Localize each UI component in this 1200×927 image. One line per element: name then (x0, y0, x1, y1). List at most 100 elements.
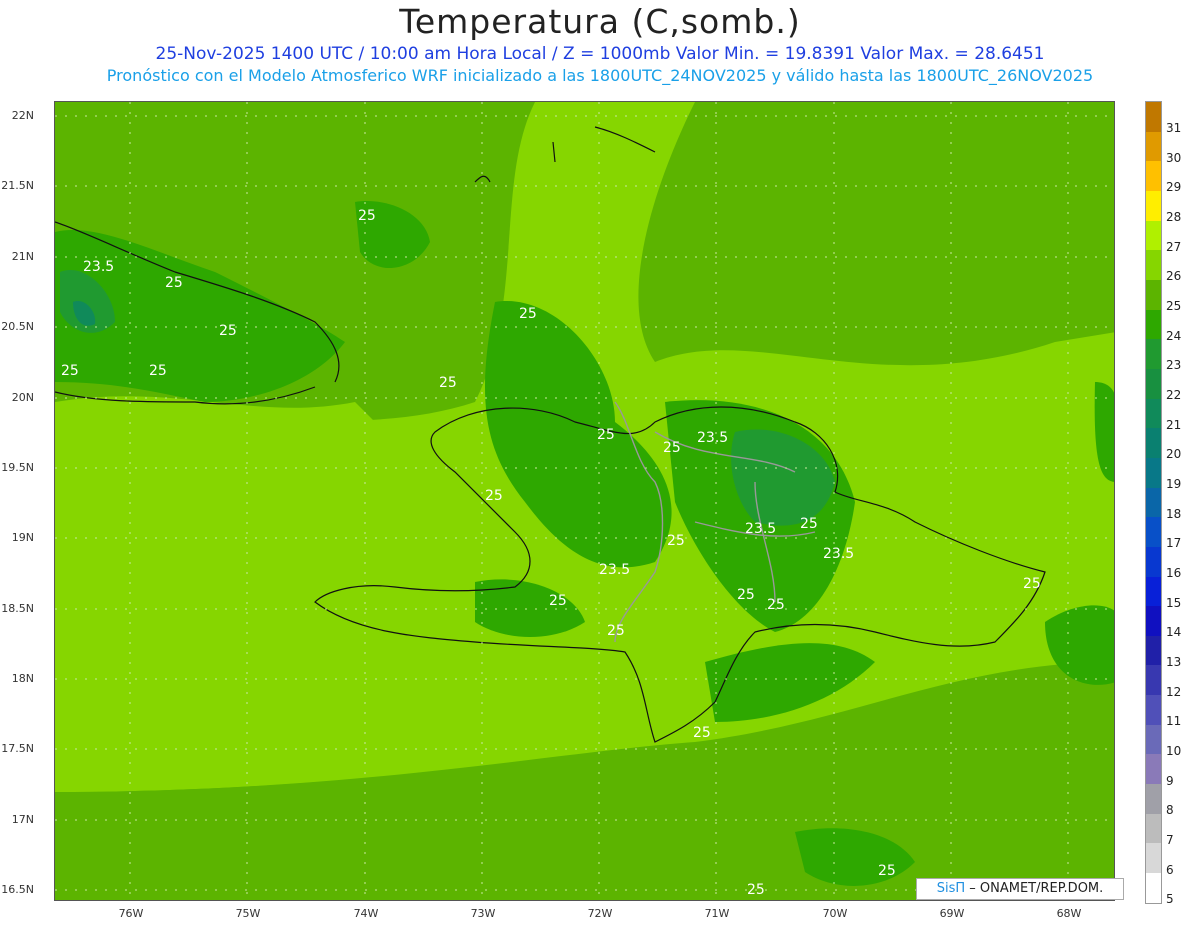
credit-text: – ONAMET/REP.DOM. (965, 881, 1104, 896)
lat-label: 18.5N (1, 602, 34, 615)
contour-label: 23.5 (745, 521, 776, 537)
colorbar-label: 17 (1166, 536, 1182, 551)
colorbar-swatch (1146, 220, 1161, 251)
lon-label: 75W (235, 907, 261, 920)
contour-label: 25 (693, 725, 711, 741)
contour-label: 23.5 (697, 430, 728, 446)
contour-label: 25 (663, 440, 681, 456)
contour-label: 25 (667, 533, 685, 549)
lat-label: 18N (11, 672, 34, 685)
colorbar-label: 29 (1166, 180, 1182, 195)
contour-label: 25 (737, 587, 755, 603)
colorbar-label: 20 (1166, 447, 1182, 462)
colorbar-swatch (1146, 487, 1161, 518)
lat-label: 21N (11, 250, 34, 263)
contour-label: 25 (358, 208, 376, 224)
lon-label: 76W (118, 907, 144, 920)
colorbar-swatch (1146, 339, 1161, 369)
lon-label: 68W (1056, 907, 1082, 920)
colorbar-label: 30 (1166, 150, 1182, 165)
colorbar-swatch (1146, 457, 1161, 488)
contour-label: 25 (485, 488, 503, 504)
contour-label: 25 (607, 623, 625, 639)
lon-label: 74W (353, 907, 379, 920)
colorbar-swatch (1146, 428, 1161, 458)
colorbar-label: 13 (1166, 655, 1182, 669)
colorbar-swatch (1146, 309, 1161, 340)
colorbar-label: 16 (1166, 566, 1182, 580)
contour-label: 25 (149, 363, 167, 379)
contour-label: 25 (219, 323, 237, 339)
colorbar-label: 6 (1166, 862, 1174, 877)
colorbar-label: 18 (1166, 506, 1182, 521)
contour-label: 25 (549, 593, 567, 609)
colorbar-label: 22 (1166, 388, 1182, 402)
colorbar-label: 26 (1166, 269, 1182, 284)
colorbar-label: 21 (1166, 417, 1182, 432)
colorbar-swatch (1146, 724, 1161, 755)
colorbar-label: 10 (1166, 744, 1182, 758)
colorbar-label: 28 (1166, 210, 1182, 224)
lat-label: 20.5N (1, 320, 34, 333)
colorbar-swatch (1146, 368, 1161, 399)
lat-label: 19N (11, 531, 34, 544)
colorbar-label: 12 (1166, 684, 1182, 699)
colorbar-swatch (1146, 873, 1161, 903)
colorbar-label: 8 (1166, 803, 1174, 818)
lat-label: 22N (11, 109, 34, 122)
colorbar-label: 11 (1166, 714, 1182, 729)
valid-time-subtitle: 25-Nov-2025 1400 UTC / 10:00 am Hora Loc… (155, 44, 1045, 64)
colorbar-label: 24 (1166, 328, 1182, 343)
colorbar-swatch (1146, 398, 1161, 429)
colorbar-swatch (1146, 250, 1161, 280)
colorbar-swatch (1146, 546, 1161, 577)
colorbar-swatch (1146, 576, 1161, 607)
colorbar-swatch (1146, 517, 1161, 547)
colorbar-label: 27 (1166, 239, 1182, 254)
colorbar-swatch (1146, 279, 1161, 310)
lat-label: 19.5N (1, 461, 34, 474)
colorbar-swatch (1146, 754, 1161, 785)
colorbar-swatch (1146, 635, 1161, 666)
colorbar-swatch (1146, 695, 1161, 725)
lon-label: 71W (704, 907, 730, 920)
lat-label: 17.5N (1, 742, 34, 755)
lat-label: 20N (11, 391, 34, 404)
colorbar-swatch (1146, 161, 1161, 191)
colorbar-swatch (1146, 843, 1161, 874)
map-canvas: 25 23.5 25 25 25 25 25 25 25 25 23.5 25 … (55, 102, 1114, 900)
colorbar-label: 31 (1166, 121, 1182, 135)
contour-label: 25 (165, 275, 183, 291)
lon-label: 73W (470, 907, 496, 920)
colorbar-swatch (1146, 606, 1161, 636)
sispi-logo: SisΠ (936, 881, 966, 896)
colorbar-label: 7 (1166, 833, 1174, 847)
contour-label: 25 (878, 863, 896, 879)
lon-label: 72W (587, 907, 613, 920)
credit-box: SisΠ – ONAMET/REP.DOM. (916, 878, 1124, 900)
contour-label: 25 (800, 516, 818, 532)
contour-label: 25 (747, 882, 765, 898)
colorbar-swatch (1146, 665, 1161, 696)
colorbar-label: 19 (1166, 477, 1182, 491)
temperature-colorbar (1145, 101, 1162, 904)
contour-label: 25 (61, 363, 79, 379)
model-info-subtitle: Pronóstico con el Modelo Atmosferico WRF… (106, 66, 1094, 85)
contour-label: 25 (1023, 576, 1041, 592)
lat-label: 17N (11, 813, 34, 826)
contour-label: 23.5 (599, 562, 630, 578)
colorbar-swatch (1146, 190, 1161, 221)
contour-label: 25 (519, 306, 537, 322)
temperature-map[interactable]: 25 23.5 25 25 25 25 25 25 25 25 23.5 25 … (54, 101, 1115, 901)
contour-label: 23.5 (83, 259, 114, 275)
contour-label: 23.5 (823, 546, 854, 562)
colorbar-swatch (1146, 784, 1161, 814)
contour-label: 25 (767, 597, 785, 613)
colorbar-label: 9 (1166, 773, 1174, 788)
colorbar-swatch (1146, 102, 1161, 132)
colorbar-label: 14 (1166, 625, 1182, 640)
contour-label: 25 (439, 375, 457, 391)
colorbar-label: 25 (1166, 299, 1182, 313)
lat-label: 16.5N (1, 883, 34, 896)
colorbar-swatch (1146, 813, 1161, 844)
